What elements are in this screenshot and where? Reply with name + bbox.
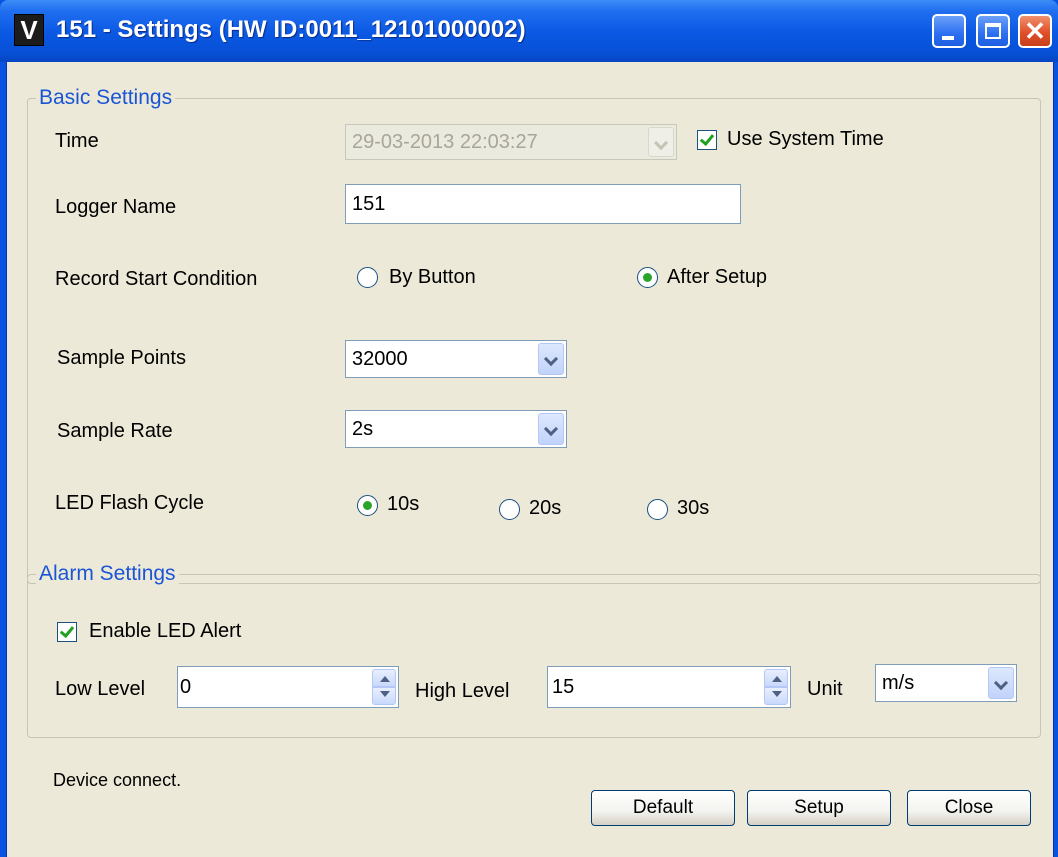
sample-rate-select[interactable]: 2s bbox=[345, 410, 567, 448]
low-level-spinner[interactable] bbox=[372, 669, 396, 705]
unit-select[interactable]: m/s bbox=[875, 664, 1017, 702]
sample-points-value: 32000 bbox=[352, 348, 408, 370]
record-start-by-button-radio[interactable] bbox=[357, 267, 378, 288]
spin-down-icon[interactable] bbox=[764, 687, 788, 705]
record-start-after-setup-label[interactable]: After Setup bbox=[667, 264, 767, 290]
enable-led-alert-label[interactable]: Enable LED Alert bbox=[89, 618, 241, 644]
high-level-spinbox[interactable]: 15 bbox=[547, 666, 791, 708]
unit-label: Unit bbox=[807, 678, 843, 700]
logger-name-value: 151 bbox=[352, 193, 386, 215]
chevron-down-icon[interactable] bbox=[988, 667, 1014, 699]
low-level-label: Low Level bbox=[55, 678, 146, 700]
led-flash-20s-label[interactable]: 20s bbox=[529, 495, 561, 521]
spin-up-icon[interactable] bbox=[764, 669, 788, 687]
status-text: Device connect. bbox=[53, 770, 182, 790]
sample-points-label: Sample Points bbox=[57, 347, 186, 369]
alarm-settings-group: Alarm Settings bbox=[27, 561, 1041, 738]
window-title: 151 - Settings (HW ID:0011_12101000002) bbox=[56, 16, 526, 43]
record-start-after-setup-radio[interactable] bbox=[637, 267, 658, 288]
alarm-settings-legend: Alarm Settings bbox=[36, 561, 179, 587]
chevron-down-icon[interactable] bbox=[538, 413, 564, 445]
default-button[interactable]: Default bbox=[591, 790, 735, 826]
title-bar[interactable]: V 151 - Settings (HW ID:0011_12101000002… bbox=[0, 0, 1058, 62]
spin-down-icon[interactable] bbox=[372, 687, 396, 705]
settings-window: V 151 - Settings (HW ID:0011_12101000002… bbox=[0, 0, 1058, 857]
maximize-icon bbox=[985, 23, 1001, 39]
logger-name-field[interactable]: 151 bbox=[345, 184, 741, 224]
setup-button[interactable]: Setup bbox=[747, 790, 891, 826]
led-flash-10s-label[interactable]: 10s bbox=[387, 491, 419, 517]
led-flash-30s-radio[interactable] bbox=[647, 499, 668, 520]
led-flash-20s-radio[interactable] bbox=[499, 499, 520, 520]
close-button[interactable]: Close bbox=[907, 790, 1031, 826]
low-level-spinbox[interactable]: 0 bbox=[177, 666, 399, 708]
high-level-spinner[interactable] bbox=[764, 669, 788, 705]
use-system-time-label[interactable]: Use System Time bbox=[727, 126, 884, 152]
close-window-button[interactable]: ✕ bbox=[1018, 14, 1052, 48]
sample-points-select[interactable]: 32000 bbox=[345, 340, 567, 378]
close-icon: ✕ bbox=[1024, 16, 1046, 46]
record-start-by-button-label[interactable]: By Button bbox=[389, 264, 476, 290]
led-flash-label: LED Flash Cycle bbox=[55, 492, 204, 514]
high-level-value: 15 bbox=[552, 676, 575, 698]
sample-rate-value: 2s bbox=[352, 418, 374, 440]
dialog-client-area: Basic Settings Time 29-03-2013 22:03:27 … bbox=[6, 62, 1054, 857]
led-flash-10s-radio[interactable] bbox=[357, 495, 378, 516]
logger-name-label: Logger Name bbox=[55, 196, 177, 218]
use-system-time-checkbox[interactable] bbox=[697, 130, 717, 150]
enable-led-alert-checkbox[interactable] bbox=[57, 622, 77, 642]
record-start-label: Record Start Condition bbox=[55, 268, 258, 290]
unit-value: m/s bbox=[882, 672, 915, 694]
minimize-button[interactable] bbox=[932, 14, 966, 48]
time-label: Time bbox=[55, 130, 99, 152]
time-picker: 29-03-2013 22:03:27 bbox=[345, 124, 677, 160]
minimize-icon bbox=[942, 36, 954, 40]
maximize-button[interactable] bbox=[976, 14, 1010, 48]
low-level-value: 0 bbox=[180, 676, 192, 698]
sample-rate-label: Sample Rate bbox=[57, 420, 173, 442]
led-flash-30s-label[interactable]: 30s bbox=[677, 495, 709, 521]
app-icon: V bbox=[14, 14, 44, 46]
time-value: 29-03-2013 22:03:27 bbox=[352, 131, 538, 153]
basic-settings-legend: Basic Settings bbox=[36, 85, 176, 111]
chevron-down-icon[interactable] bbox=[538, 343, 564, 375]
high-level-label: High Level bbox=[415, 680, 510, 702]
spin-up-icon[interactable] bbox=[372, 669, 396, 687]
chevron-down-icon bbox=[648, 127, 674, 157]
